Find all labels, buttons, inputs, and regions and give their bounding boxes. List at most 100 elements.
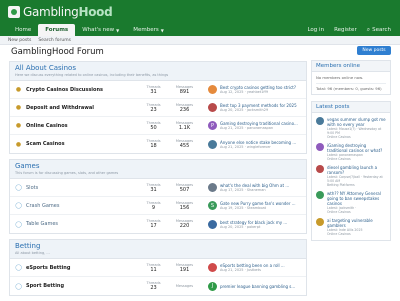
latest-post-category[interactable]: Online Casinos [327,157,386,161]
forum-row[interactable]: ● Crypto Casinos Discussions Threads 31 Mess… [10,81,306,99]
nav-tab-members[interactable]: Members ▼ [126,24,171,36]
forum-icon: ● [15,140,22,148]
subnav-search-forums[interactable]: Search forums [38,38,71,43]
messages-stat: Messages 891 [169,85,200,95]
avatar[interactable] [316,218,324,226]
avatar[interactable]: S [208,201,217,210]
latest-post-title[interactable]: wth?? NY Attorney General going to ban s… [327,191,386,206]
latest-post-item[interactable]: vegas summer slump got me with no every … [316,115,386,141]
forum-row[interactable]: ◯ Sport Betting Threads 23 Messages Jpremier … [10,277,306,295]
page-title: GamblingHood Forum [11,47,104,57]
category-title[interactable]: All About Casinos [15,64,301,72]
messages-label: Messages [175,284,194,288]
forum-name[interactable]: Scam Casinos [26,141,138,147]
forum-name[interactable]: Table Games [26,221,138,227]
latest-posts-block: Latest posts vegas summer slump got me w… [311,101,391,241]
nav-tab-what-s-new[interactable]: What's new ▼ [75,24,126,36]
forum-icon: ● [15,86,22,93]
messages-stat: Messages 220 [169,219,200,229]
category-title[interactable]: Betting [15,242,301,250]
last-post-meta: Aug 17, 2025 · Shaneman [220,188,266,192]
threads-stat: Threads 17 [138,219,169,229]
avatar[interactable] [316,191,324,199]
forum-name[interactable]: Online Casinos [26,123,138,129]
threads-count: 23 [150,285,157,291]
threads-stat: Threads 31 [138,85,169,95]
threads-count: 50 [150,124,157,131]
avatar[interactable] [208,85,217,94]
latest-post-category[interactable]: Betting Platforms [327,183,386,187]
members-online-title[interactable]: Members online [312,61,390,72]
avatar[interactable]: P [208,121,217,130]
latest-post-category[interactable]: Online Casinos [327,135,386,139]
forum-name[interactable]: Crash Games [26,203,138,209]
latest-post-title[interactable]: iGaming destroying traditional casinos o… [327,143,386,153]
latest-post-item[interactable]: iGaming destroying traditional casinos o… [316,141,386,163]
nav-tab-forums[interactable]: Forums [38,24,76,36]
avatar[interactable]: J [208,281,217,291]
avatar[interactable] [316,165,324,173]
login-link[interactable]: Log in [302,27,329,33]
threads-count: 17 [150,223,157,229]
forum-row[interactable]: ● Scam Casinos Threads 18 Messages 455 Anyone … [10,135,306,153]
forum-category: All About Casinos Here we discuss everyth… [9,61,307,154]
forum-row[interactable]: ◯ Slots Threads 31 Messages 507 what's the dea… [10,179,306,197]
messages-stat: Messages 507 [169,183,200,193]
forum-name[interactable]: Crypto Casinos Discussions [26,87,138,93]
forum-icon: ◯ [15,220,22,228]
search-button[interactable]: ⌕ Search [362,26,396,34]
forum-category: Betting All about betting, ... ◯ eSports Be… [9,239,307,296]
forum-row[interactable]: ◯ Table Games Threads 17 Messages 220 best str… [10,215,306,233]
messages-stat: Messages 236 [169,103,200,113]
avatar[interactable] [316,117,324,125]
online-status: No members online now. [316,75,364,80]
latest-post-item[interactable]: diesel gambling launch a ransom? Latest: … [316,163,386,189]
logo-icon[interactable] [8,6,20,18]
forum-row[interactable]: ◯ Crash Games Threads 9 Messages 156 S Gate new… [10,197,306,215]
avatar[interactable] [208,103,217,112]
latest-post-category[interactable]: Online Casinos [327,232,386,236]
forum-icon: ● [15,122,22,129]
category-title[interactable]: Games [15,162,301,170]
threads-stat: Threads 23 [138,281,169,291]
avatar[interactable] [208,183,217,192]
latest-post-title[interactable]: vegas summer slump got me with no every … [327,117,386,127]
last-post-meta: Aug 21, 2025 · Justbets [220,268,261,272]
latest-post-item[interactable]: wth?? NY Attorney General going to ban s… [316,189,386,216]
avatar[interactable] [208,263,217,272]
messages-count: 1.1K [178,124,191,131]
last-post-title[interactable]: premier league banning gambling s... [220,284,298,289]
latest-post-item[interactable]: ai targeting vulnerable gamblers Latest: … [316,216,386,238]
site-logo[interactable]: GamblingHood [23,5,113,19]
messages-stat: Messages 455 [169,139,200,149]
threads-stat: Threads 31 [138,183,169,193]
register-link[interactable]: Register [329,27,362,33]
forum-name[interactable]: Slots [26,185,138,191]
latest-post-category[interactable]: Online Casinos [327,210,386,214]
forum-icon: ◯ [15,264,22,271]
avatar[interactable] [208,219,217,229]
new-posts-button[interactable]: New posts [357,46,391,55]
forum-row[interactable]: ◯ eSports Betting Threads 11 Messages 191 eSpo… [10,259,306,277]
forum-name[interactable]: Sport Betting [26,283,138,289]
last-post: what's the deal with big Ohm at ... Aug 1… [208,183,298,192]
subnav-new-posts[interactable]: New posts [8,38,31,43]
last-post-title[interactable]: Anyone else notice stake becoming ... [220,140,298,145]
forum-name[interactable]: Deposit and Withdrawal [26,105,138,111]
last-post-info: eSports betting been on a roll ... Aug 21… [220,263,298,272]
last-post-title[interactable]: best strategy for black jack my ... [220,220,298,225]
latest-posts-title[interactable]: Latest posts [312,102,390,113]
avatar[interactable] [208,139,217,149]
nav-tab-home[interactable]: Home [8,24,38,36]
threads-stat: Threads 9 [138,201,169,211]
avatar[interactable] [316,143,324,151]
threads-count: 23 [150,106,157,113]
last-post-info: Best top 3 payment methods for 2025 Ca..… [220,103,298,112]
latest-post-title[interactable]: diesel gambling launch a ransom? [327,165,386,175]
latest-post-title[interactable]: ai targeting vulnerable gamblers [327,218,386,228]
threads-count: 31 [150,88,157,95]
forum-row[interactable]: ● Deposit and Withdrawal Threads 23 Messages… [10,99,306,117]
forum-name[interactable]: eSports Betting [26,265,138,271]
latest-post-text: vegas summer slump got me with no every … [327,117,386,139]
forum-row[interactable]: ● Online Casinos Threads 50 Messages 1.1K P Gam… [10,117,306,135]
